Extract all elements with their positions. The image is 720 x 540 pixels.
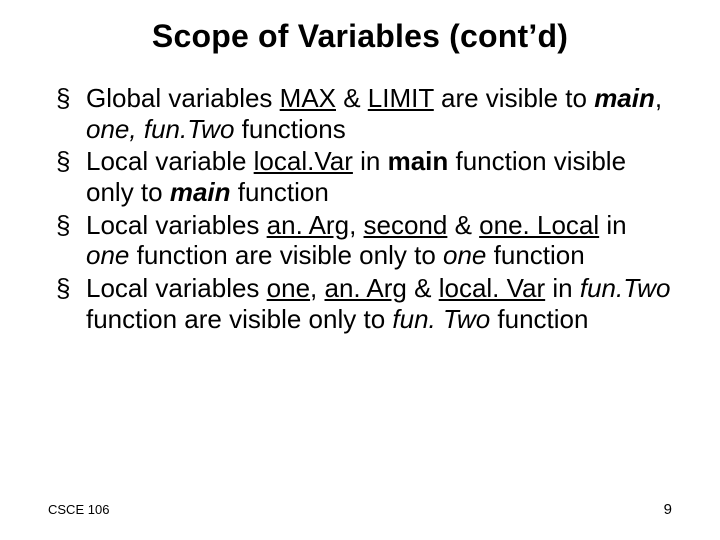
footer-left: CSCE 106	[48, 502, 109, 517]
slide-footer: CSCE 106 9	[48, 501, 672, 518]
bullet-list: Global variables MAX & LIMIT are visible…	[48, 83, 672, 334]
footer-page-number: 9	[664, 501, 672, 518]
bullet-item: Global variables MAX & LIMIT are visible…	[56, 83, 672, 144]
bullet-item: Local variable local.Var in main functio…	[56, 146, 672, 207]
slide-title: Scope of Variables (cont’d)	[48, 18, 672, 55]
bullet-item: Local variables an. Arg, second & one. L…	[56, 210, 672, 271]
bullet-item: Local variables one, an. Arg & local. Va…	[56, 273, 672, 334]
